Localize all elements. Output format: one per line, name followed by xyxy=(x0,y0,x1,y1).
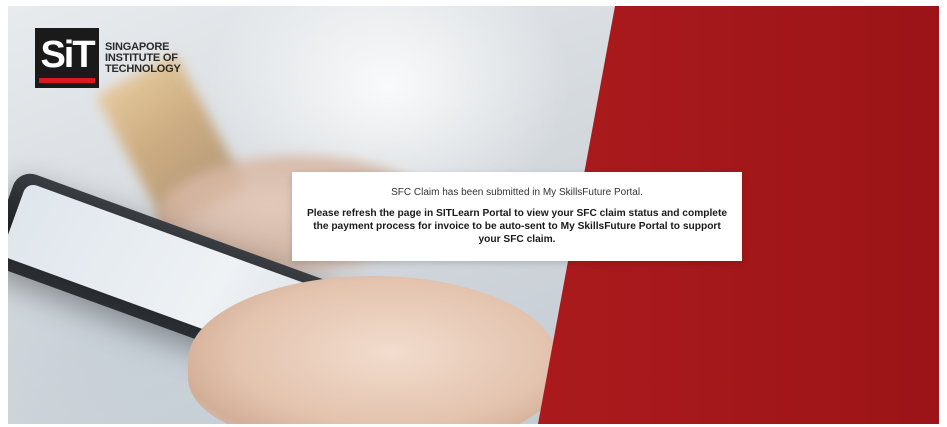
logo-line-1: SINGAPORE xyxy=(105,40,170,53)
sit-logo-mark-text: SiT xyxy=(40,33,95,76)
sit-logo-wordmark: SINGAPORE INSTITUTE OF TECHNOLOGY xyxy=(105,40,181,75)
sit-logo: SiT SINGAPORE INSTITUTE OF TECHNOLOGY xyxy=(35,28,181,88)
logo-line-3: TECHNOLOGY xyxy=(105,62,181,75)
submission-confirmation-text: SFC Claim has been submitted in My Skill… xyxy=(391,187,643,198)
sit-logo-mark: SiT xyxy=(35,28,99,88)
logo-line-2: INSTITUTE OF xyxy=(105,51,178,64)
confirmation-message-box: SFC Claim has been submitted in My Skill… xyxy=(292,172,742,261)
refresh-instruction-text: Please refresh the page in SITLearn Port… xyxy=(306,208,728,245)
